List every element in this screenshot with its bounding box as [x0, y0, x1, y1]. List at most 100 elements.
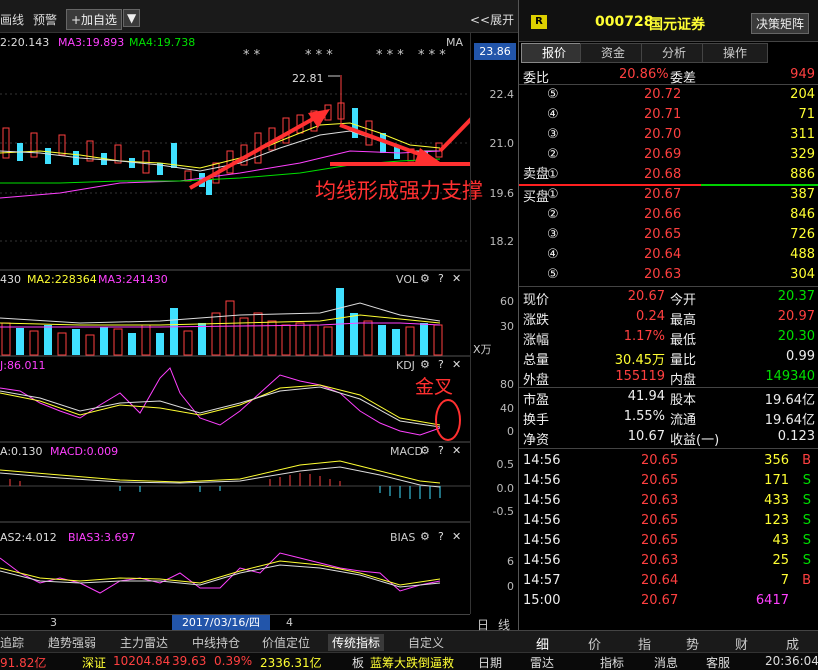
tab-price[interactable]: 价: [588, 634, 601, 653]
vol-name: VOL: [396, 273, 419, 286]
kdj-axis: 80 40 0: [470, 356, 518, 442]
level-index: ④: [547, 107, 559, 122]
stat-label: 量比: [670, 353, 697, 368]
tab-analysis[interactable]: 分析: [641, 43, 707, 63]
stat-row[interactable]: 市盈 41.94 股本 19.64亿: [519, 387, 818, 408]
stat-row[interactable]: 总量 30.45万 量比 0.99: [519, 347, 818, 368]
ask-volume: 886: [790, 167, 815, 182]
chevron-down-icon[interactable]: ▼: [123, 9, 141, 27]
tab-custom[interactable]: 自定义: [408, 634, 444, 651]
alert-button[interactable]: 预警: [33, 11, 57, 28]
trade-row[interactable]: 14:56 20.65 123 S: [519, 511, 818, 531]
tab-tracking[interactable]: 追踪: [0, 634, 24, 651]
tab-radar[interactable]: 主力雷达: [120, 634, 168, 651]
stat-row[interactable]: 外盘 155119 内盘 149340: [519, 367, 818, 388]
trade-row[interactable]: 14:56 20.63 25 S: [519, 551, 818, 571]
expand-button[interactable]: <<展开: [470, 11, 514, 28]
buy-row[interactable]: ④ 20.64 488: [519, 245, 818, 265]
tab-value[interactable]: 价值定位: [262, 634, 310, 651]
add-watchlist-button[interactable]: +加自选: [66, 9, 123, 30]
gear-icon[interactable]: ⚙: [420, 530, 430, 543]
buy-row[interactable]: ② 20.66 846: [519, 205, 818, 225]
support-button[interactable]: 客服: [706, 654, 730, 670]
tab-operate[interactable]: 操作: [702, 43, 768, 63]
sell-row[interactable]: ② 20.69 329: [519, 145, 818, 165]
level-index: ⑤: [547, 267, 559, 282]
level-index: ②: [547, 147, 559, 162]
bid-price: 20.66: [644, 207, 682, 222]
sell-row[interactable]: ④ 20.71 71: [519, 105, 818, 125]
bid-volume: 726: [790, 227, 815, 242]
buy-row[interactable]: ① 20.67 387: [519, 185, 818, 205]
close-icon[interactable]: ✕: [452, 444, 461, 457]
indicator-button[interactable]: 指标: [600, 654, 624, 670]
close-icon[interactable]: ✕: [452, 530, 461, 543]
buy-row[interactable]: ③ 20.65 726: [519, 225, 818, 245]
trade-price: 20.64: [641, 573, 679, 588]
sell-row[interactable]: ① 20.68 886: [519, 165, 818, 185]
board-label: 板: [352, 656, 365, 670]
level-index: ③: [547, 227, 559, 242]
trade-row[interactable]: 14:56 20.65 171 S: [519, 471, 818, 491]
bid-volume: 846: [790, 207, 815, 222]
trade-side: S: [802, 553, 811, 568]
volume-bars: [1, 288, 443, 356]
stat-label: 收益(一): [670, 433, 720, 448]
stat-row[interactable]: 现价 20.67 今开 20.37: [519, 287, 818, 308]
date-button[interactable]: 日期: [478, 654, 502, 670]
close-icon[interactable]: ✕: [452, 272, 461, 285]
buy-row[interactable]: ⑤ 20.63 304: [519, 265, 818, 285]
trade-row[interactable]: 15:00 20.67 6417: [519, 591, 818, 611]
bias-axis: 6 0: [470, 522, 518, 614]
index-pct: 0.39%: [214, 654, 253, 668]
weicha-label: 委差: [670, 71, 697, 86]
r-badge: R: [531, 15, 547, 29]
tab-index[interactable]: 指: [638, 634, 651, 653]
news-ticker[interactable]: 蓝筹大跌倒逼救: [370, 654, 454, 670]
gear-icon[interactable]: ⚙: [420, 272, 430, 285]
tab-quote[interactable]: 报价: [521, 43, 587, 63]
tab-line[interactable]: 线: [498, 616, 510, 633]
tab-position[interactable]: 中线持仓: [192, 634, 240, 651]
stat-row[interactable]: 涨幅 1.17% 最低 20.30: [519, 327, 818, 348]
tab-traditional[interactable]: 传统指标: [328, 634, 385, 651]
tab-finance[interactable]: 财: [735, 634, 748, 653]
stat-row[interactable]: 换手 1.55% 流通 19.64亿: [519, 407, 818, 428]
trade-row[interactable]: 14:56 20.65 43 S: [519, 531, 818, 551]
tab-detail[interactable]: 细: [536, 634, 549, 653]
sell-row[interactable]: ③ 20.70 311: [519, 125, 818, 145]
decision-matrix-button[interactable]: 决策矩阵: [751, 13, 810, 34]
close-icon[interactable]: ✕: [452, 358, 461, 371]
stat-label: 最高: [670, 313, 697, 328]
tab-trend[interactable]: 趋势强弱: [48, 634, 96, 651]
draw-line-button[interactable]: 画线: [0, 11, 24, 28]
tab-trend[interactable]: 势: [686, 634, 699, 653]
trade-time: 14:57: [523, 573, 561, 588]
tab-day[interactable]: 日: [477, 616, 489, 633]
stat-label: 外盘: [523, 373, 550, 388]
sell-label: 卖盘: [523, 167, 550, 182]
trade-price: 20.65: [641, 533, 679, 548]
trade-side: S: [802, 513, 811, 528]
macd-a: A:0.130: [0, 445, 43, 458]
annotation-text: 均线形成强力支撑: [315, 179, 483, 203]
stat-value: 1.55%: [623, 409, 665, 424]
trade-row[interactable]: 14:56 20.65 356 B: [519, 451, 818, 471]
radar-button[interactable]: 雷达: [530, 654, 554, 670]
trade-row[interactable]: 14:56 20.63 433 S: [519, 491, 818, 511]
gear-icon[interactable]: ⚙: [420, 444, 430, 457]
help-icon[interactable]: ?: [438, 358, 444, 371]
help-icon[interactable]: ?: [438, 444, 444, 457]
help-icon[interactable]: ?: [438, 272, 444, 285]
sell-row[interactable]: ⑤ 20.72 204: [519, 85, 818, 105]
tab-deals[interactable]: 成: [786, 634, 799, 653]
trade-row[interactable]: 14:57 20.64 7 B: [519, 571, 818, 591]
message-button[interactable]: 消息: [654, 654, 678, 670]
stat-row[interactable]: 净资 10.67 收益(一) 0.123: [519, 427, 818, 448]
stat-row[interactable]: 涨跌 0.24 最高 20.97: [519, 307, 818, 328]
tab-funds[interactable]: 资金: [580, 43, 646, 63]
weibi-label: 委比: [523, 71, 550, 86]
kdj-j: J:86.011: [0, 359, 46, 372]
help-icon[interactable]: ?: [438, 530, 444, 543]
gear-icon[interactable]: ⚙: [420, 358, 430, 371]
